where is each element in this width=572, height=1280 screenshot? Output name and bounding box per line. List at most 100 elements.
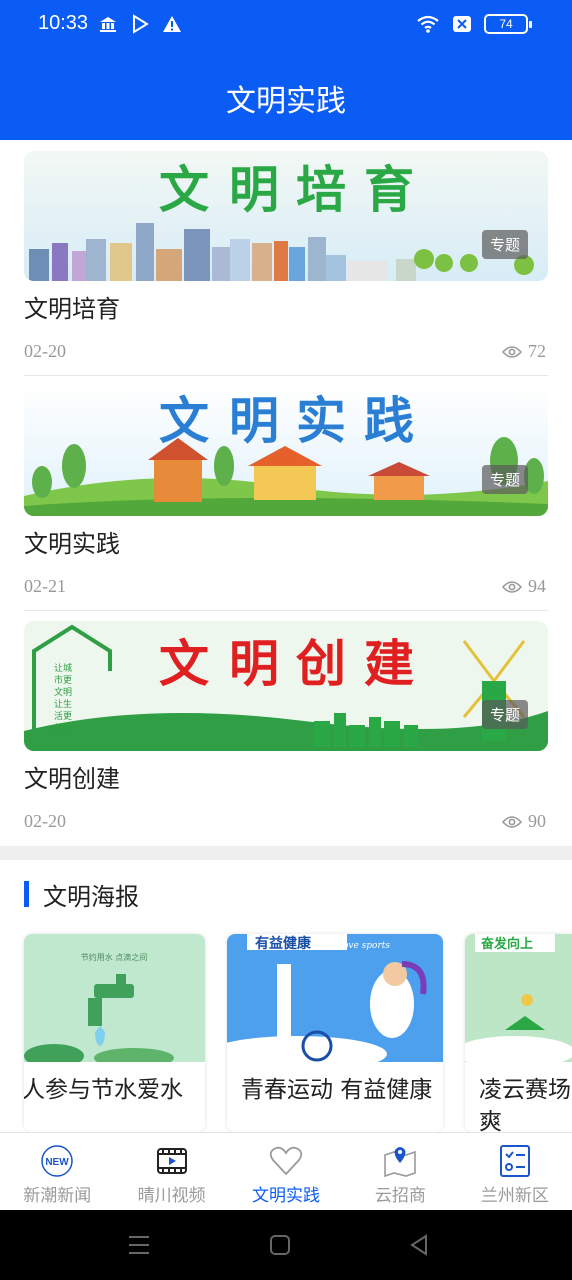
system-icons: 74 bbox=[416, 14, 532, 34]
nav-item-new-district[interactable]: 兰州新区 bbox=[458, 1133, 572, 1210]
svg-text:育: 育 bbox=[364, 161, 414, 219]
header: 10:33 74 文明实践 bbox=[0, 0, 572, 140]
battery-indicator: 74 bbox=[484, 14, 532, 34]
new-badge-icon: NEW bbox=[41, 1145, 73, 1177]
svg-text:活更: 活更 bbox=[54, 710, 72, 722]
nav-item-investment[interactable]: 云招商 bbox=[343, 1133, 457, 1210]
svg-text:创: 创 bbox=[296, 635, 346, 693]
article-card[interactable]: 文明实践 专题 文明实践 02-21 94 bbox=[24, 386, 548, 611]
svg-text:NEW: NEW bbox=[46, 1157, 70, 1168]
banner-graphic: 文明实践 bbox=[24, 386, 548, 516]
section-title: 文明海报 bbox=[43, 882, 139, 911]
poster-image[interactable]: 有益健康 Love sports bbox=[227, 934, 443, 1062]
nav-label: 晴川视频 bbox=[137, 1186, 206, 1206]
svg-text:践: 践 bbox=[364, 392, 414, 450]
map-pin-icon bbox=[384, 1147, 417, 1178]
eye-icon bbox=[502, 580, 522, 593]
notification-icons bbox=[98, 14, 182, 34]
svg-text:文: 文 bbox=[159, 635, 209, 693]
topic-badge: 专题 bbox=[481, 230, 528, 259]
svg-text:明: 明 bbox=[229, 635, 279, 693]
nav-label: 云招商 bbox=[374, 1186, 426, 1206]
poster-caption[interactable]: 青春运动 有益健康 bbox=[241, 1074, 437, 1106]
poster-image-text: 有益健康 bbox=[255, 935, 312, 952]
nav-label: 兰州新区 bbox=[480, 1186, 549, 1206]
svg-text:让城: 让城 bbox=[54, 663, 72, 674]
article-card[interactable]: 文明培育 专题 文明培育 02-20 72 bbox=[24, 151, 548, 376]
nav-label: 新潮新闻 bbox=[23, 1186, 92, 1206]
article-banner-image[interactable]: 让城 市更 文明 让生 活更 美好 文明创建 专题 bbox=[24, 621, 548, 751]
banner-graphic: 文明培育 bbox=[24, 151, 548, 281]
article-views: 72 bbox=[502, 341, 546, 362]
poster-image-subtext: Love sports bbox=[336, 941, 390, 951]
checklist-icon bbox=[499, 1145, 530, 1177]
poster-image-text: 节约用水 点滴之间 bbox=[81, 952, 148, 962]
divider bbox=[24, 375, 548, 376]
play-store-icon bbox=[133, 14, 149, 34]
poster-graphic: 节约用水 点滴之间 bbox=[24, 934, 205, 1062]
svg-text:文: 文 bbox=[159, 392, 209, 450]
svg-text:建: 建 bbox=[364, 635, 414, 693]
nav-item-video[interactable]: 晴川视频 bbox=[114, 1133, 228, 1210]
poster-card[interactable]: 节约用水 点滴之间 人参与节水爱水 bbox=[24, 934, 205, 1132]
menu-icon[interactable] bbox=[127, 1234, 151, 1256]
poster-caption[interactable]: 人参与节水爱水 bbox=[24, 1074, 183, 1106]
article-views: 90 bbox=[502, 811, 546, 832]
views-count: 94 bbox=[528, 576, 546, 596]
poster-graphic: 奋发向上 bbox=[465, 934, 572, 1062]
app-screen: 10:33 74 文明实践 文 明 培 育 专题 文明培育 02-20 72 文… bbox=[0, 0, 572, 1280]
poster-image-text: 奋发向上 bbox=[480, 936, 533, 952]
poster-caption[interactable]: 凌云赛场爽 bbox=[479, 1074, 572, 1132]
article-banner-image[interactable]: 文明培育 专题 bbox=[24, 151, 548, 281]
bank-icon bbox=[100, 17, 116, 32]
poster-card[interactable]: 奋发向上 凌云赛场爽 bbox=[465, 934, 572, 1132]
section-accent-bar bbox=[24, 881, 29, 907]
article-views: 94 bbox=[502, 576, 546, 597]
article-banner-image[interactable]: 文明实践 专题 bbox=[24, 386, 548, 516]
views-count: 90 bbox=[528, 811, 546, 831]
heart-icon bbox=[269, 1146, 303, 1176]
wifi-icon bbox=[417, 15, 439, 33]
svg-text:让生: 让生 bbox=[54, 698, 72, 710]
topic-badge: 专题 bbox=[481, 700, 528, 729]
bottom-navigation: NEW 新潮新闻 晴川视频 文明实践 云招商 兰州新区 bbox=[0, 1132, 572, 1210]
poster-graphic: 有益健康 Love sports bbox=[227, 934, 443, 1062]
page-title: 文明实践 bbox=[226, 84, 346, 119]
back-icon[interactable] bbox=[408, 1234, 430, 1256]
divider bbox=[24, 610, 548, 611]
nav-item-news[interactable]: NEW 新潮新闻 bbox=[0, 1133, 114, 1210]
poster-card[interactable]: 有益健康 Love sports 青春运动 有益健康 bbox=[227, 934, 443, 1132]
svg-text:实: 实 bbox=[296, 392, 346, 450]
poster-image[interactable]: 奋发向上 bbox=[465, 934, 572, 1062]
svg-text:明: 明 bbox=[229, 392, 279, 450]
eye-icon bbox=[502, 345, 522, 358]
article-date: 02-20 bbox=[24, 811, 66, 831]
svg-text:文明: 文明 bbox=[54, 686, 72, 698]
nav-item-civilization[interactable]: 文明实践 bbox=[229, 1133, 343, 1210]
svg-text:明: 明 bbox=[229, 161, 279, 219]
article-title[interactable]: 文明培育 bbox=[24, 289, 120, 324]
eye-icon bbox=[502, 815, 522, 828]
banner-graphic: 让城市更文明让生活更美好 文明创建 bbox=[24, 621, 548, 751]
poster-image[interactable]: 节约用水 点滴之间 bbox=[24, 934, 205, 1062]
views-count: 72 bbox=[528, 341, 546, 361]
svg-text:培: 培 bbox=[296, 161, 346, 219]
film-icon bbox=[156, 1148, 187, 1174]
warning-icon bbox=[163, 16, 181, 32]
status-bar: 10:33 74 bbox=[0, 0, 572, 50]
article-date: 02-21 bbox=[24, 576, 66, 596]
section-separator bbox=[0, 846, 572, 860]
svg-text:美好: 美好 bbox=[54, 722, 72, 734]
status-time: 10:33 bbox=[38, 12, 89, 34]
article-title[interactable]: 文明创建 bbox=[24, 759, 120, 794]
svg-text:市更: 市更 bbox=[54, 674, 72, 686]
nav-label: 文明实践 bbox=[252, 1186, 321, 1206]
no-sim-icon bbox=[453, 16, 471, 32]
article-date: 02-20 bbox=[24, 341, 66, 361]
article-card[interactable]: 让城 市更 文明 让生 活更 美好 文明创建 专题 文明创建 02-20 90 bbox=[24, 621, 548, 846]
home-icon[interactable] bbox=[269, 1234, 291, 1256]
topic-badge: 专题 bbox=[481, 465, 528, 494]
system-navigation-bar bbox=[0, 1210, 572, 1280]
article-title[interactable]: 文明实践 bbox=[24, 524, 120, 559]
section-header: 文明海报 bbox=[24, 878, 139, 911]
